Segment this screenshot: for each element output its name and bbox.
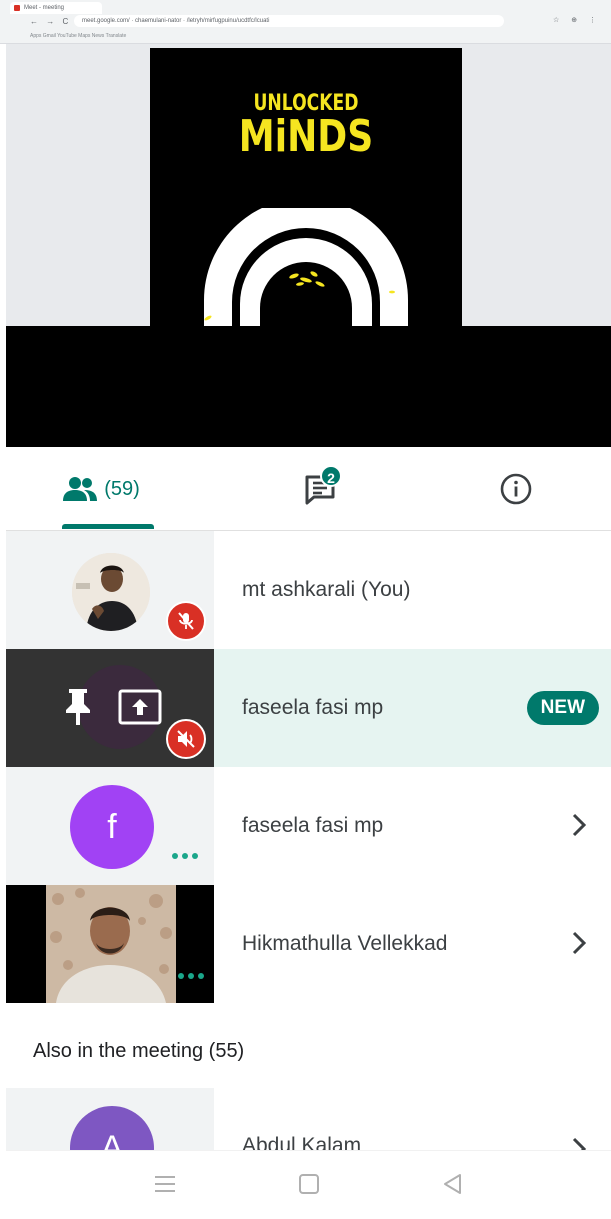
people-icon [63, 477, 98, 501]
tab-info[interactable] [486, 447, 546, 531]
bookmarks-bar: Apps Gmail YouTube Maps News Translate [30, 33, 127, 39]
chevron-right-icon[interactable] [571, 812, 587, 838]
back-icon[interactable] [440, 1171, 466, 1197]
active-tab-indicator [62, 524, 154, 529]
pin-icon[interactable] [60, 687, 96, 727]
mic-off-icon [166, 601, 206, 641]
participant-row[interactable]: A Abdul Kalam [6, 1088, 611, 1150]
browser-extension-icons[interactable]: ☆ ⊕ ⋮ [553, 16, 601, 24]
participant-thumbnail [6, 531, 214, 649]
menu-icon[interactable] [152, 1171, 178, 1197]
participant-name: mt ashkarali (You) [242, 578, 411, 601]
participant-row[interactable]: faseela fasi mp NEW [6, 649, 611, 767]
people-count: (59) [104, 477, 140, 500]
home-icon[interactable] [296, 1171, 322, 1197]
participant-name: faseela fasi mp [242, 814, 384, 837]
participant-thumbnail: f [6, 767, 214, 885]
browser-nav-buttons[interactable]: ← → C [30, 17, 71, 26]
participant-row[interactable]: mt ashkarali (You) [6, 531, 611, 649]
browser-tab-title: Meet - meeting [24, 5, 65, 11]
info-icon [500, 473, 532, 505]
chevron-right-icon[interactable] [571, 1136, 587, 1150]
participant-name: Hikmathulla Vellekkad [242, 932, 448, 955]
chevron-right-icon[interactable] [571, 930, 587, 956]
participant-row[interactable]: Hikmathulla Vellekkad [6, 885, 611, 1003]
side-panel-tabs: (59) 2 [6, 447, 611, 531]
present-screen-icon [118, 689, 162, 725]
browser-tab[interactable]: Meet - meeting [10, 2, 102, 14]
participant-name: faseela fasi mp [242, 696, 384, 719]
person-photo-icon [72, 553, 150, 631]
system-nav-bar [6, 1150, 611, 1219]
letter-avatar: f [70, 785, 154, 869]
more-dots-icon [172, 853, 198, 859]
mic-off-icon [166, 719, 206, 759]
avatar [72, 553, 150, 631]
unlocked-minds-logo: UNLOCKED MiNDS [150, 92, 462, 160]
shared-slide: UNLOCKED MiNDS [150, 48, 462, 326]
participant-thumbnail [6, 885, 214, 1003]
letter-avatar: A [70, 1106, 154, 1150]
participant-row[interactable]: f faseela fasi mp [6, 767, 611, 885]
participant-thumbnail [6, 649, 214, 767]
participant-thumbnail: A [6, 1088, 214, 1150]
keyhole-arch-graphic [204, 208, 408, 326]
chat-unread-badge: 2 [320, 465, 342, 487]
participant-video-icon [46, 885, 176, 1003]
logo-line-2: MiNDS [238, 111, 374, 162]
browser-chrome: Meet - meeting ← → C meet.google.com/ · … [0, 0, 611, 44]
address-bar[interactable]: meet.google.com/ · chaemulani-nator · /l… [74, 15, 504, 27]
also-in-meeting-header: Also in the meeting (55) [33, 1040, 245, 1062]
more-dots-icon [178, 973, 204, 979]
presentation-stage[interactable]: UNLOCKED MiNDS [6, 44, 611, 447]
tab-people[interactable]: (59) [46, 447, 156, 531]
meet-favicon-icon [14, 5, 20, 11]
participant-name: Abdul Kalam [242, 1134, 362, 1150]
tab-chat[interactable]: 2 [276, 447, 366, 531]
new-participant-badge: NEW [526, 691, 599, 725]
